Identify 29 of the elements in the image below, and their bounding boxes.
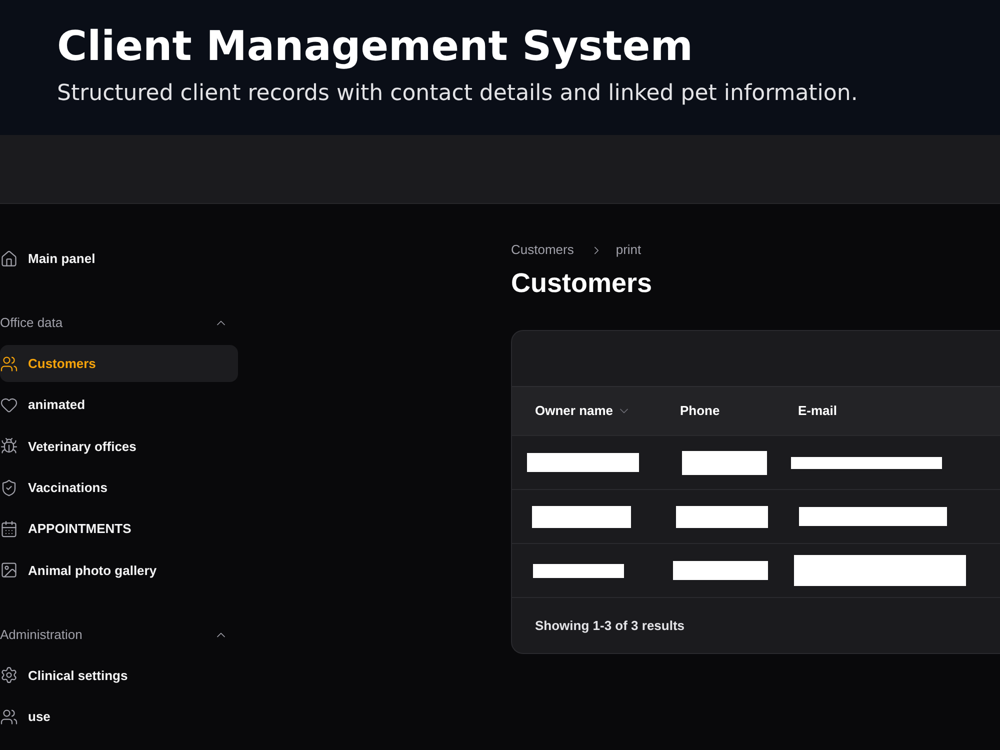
sidebar-item[interactable]: Main panel bbox=[0, 240, 238, 277]
heart-icon bbox=[0, 396, 18, 414]
column-header[interactable]: Phone bbox=[680, 401, 720, 421]
house-icon bbox=[0, 250, 18, 268]
sidebar-group-label: Administration bbox=[0, 626, 82, 644]
page-header-title: Client Management System bbox=[57, 21, 694, 71]
page-title: Customers bbox=[511, 267, 654, 299]
sidebar-item[interactable]: Veterinary offices bbox=[0, 428, 238, 465]
breadcrumb-link[interactable]: Customers bbox=[511, 240, 574, 260]
shield-check-icon bbox=[0, 478, 18, 497]
sidebar-item[interactable]: Clinical settings bbox=[0, 656, 238, 694]
bug-icon bbox=[0, 437, 18, 456]
image-icon bbox=[0, 561, 18, 580]
sidebar-item[interactable]: APPOINTMENTS bbox=[0, 510, 238, 548]
sidebar-item[interactable]: use bbox=[0, 698, 238, 736]
sidebar-item[interactable]: Customers bbox=[0, 345, 238, 382]
settings-icon bbox=[0, 666, 18, 684]
sidebar-item[interactable]: Animal photo gallery bbox=[0, 552, 238, 589]
column-header[interactable]: E-mail bbox=[798, 401, 838, 421]
results-count: Showing 1-3 of 3 results bbox=[535, 616, 685, 635]
people-icon bbox=[0, 354, 18, 372]
page-header-subtitle: Structured client records with contact details and linked pet information. bbox=[57, 80, 859, 108]
sidebar-item[interactable]: animated bbox=[0, 386, 238, 424]
sidebar-item[interactable]: Vaccinations bbox=[0, 469, 238, 506]
people-icon bbox=[0, 708, 18, 726]
calendar-icon bbox=[0, 520, 18, 538]
sidebar-group-label: Office data bbox=[0, 314, 63, 332]
breadcrumb-link[interactable]: print bbox=[616, 240, 642, 260]
column-header[interactable]: Owner name bbox=[535, 401, 614, 421]
